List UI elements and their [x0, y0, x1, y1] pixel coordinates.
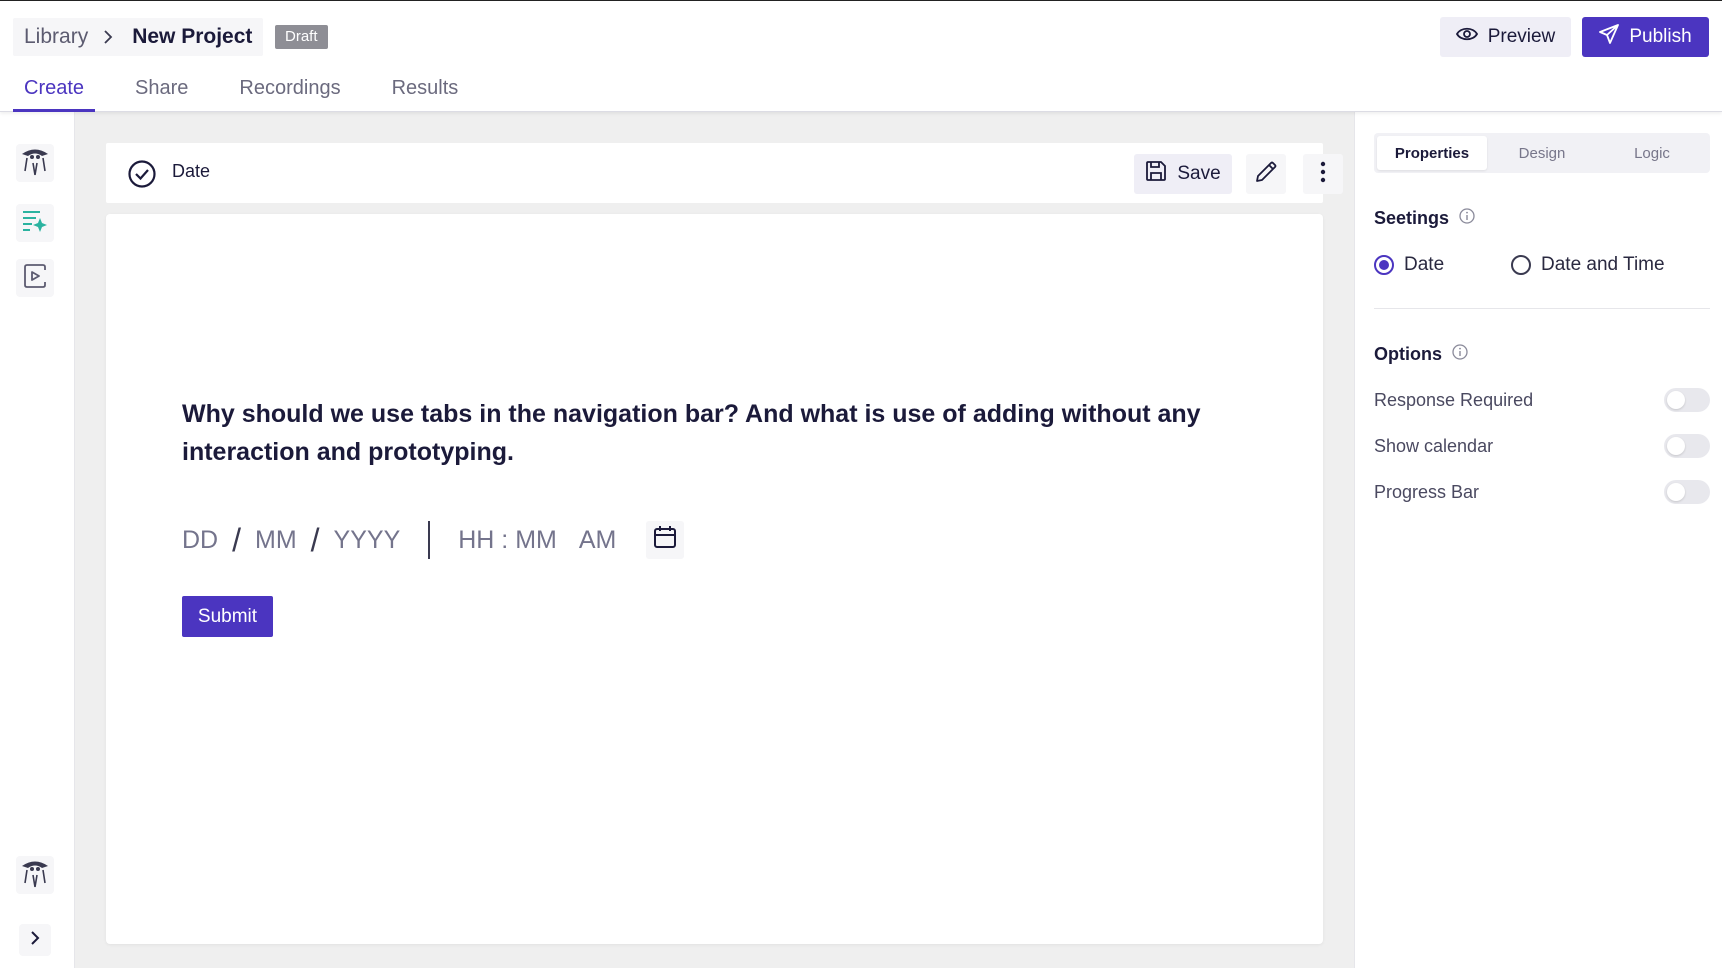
section-divider — [1374, 308, 1710, 309]
date-mode-radio-group: Date Date and Time — [1374, 254, 1665, 276]
rail-item-mascot[interactable] — [16, 144, 54, 182]
main-tabs: Create Share Recordings Results — [13, 77, 498, 112]
month-field[interactable]: MM — [255, 526, 297, 555]
tab-results[interactable]: Results — [381, 77, 470, 112]
question-toolbar: Date Save — [106, 143, 1343, 203]
calendar-icon — [653, 525, 677, 556]
panel-tabs: Properties Design Logic — [1374, 133, 1710, 173]
ai-text-icon — [22, 209, 48, 238]
option-response-required: Response Required — [1374, 386, 1710, 414]
rail-item-mascot-bottom[interactable] — [16, 856, 54, 894]
submit-button[interactable]: Submit — [182, 596, 273, 637]
question-card: Why should we use tabs in the navigation… — [106, 214, 1323, 944]
vertical-dots-icon — [1320, 161, 1326, 188]
option-label: Progress Bar — [1374, 481, 1480, 502]
send-icon — [1599, 24, 1620, 50]
preview-button[interactable]: Preview — [1440, 17, 1571, 57]
year-field[interactable]: YYYY — [334, 526, 401, 555]
more-options-button[interactable] — [1303, 154, 1343, 194]
calendar-button[interactable] — [646, 521, 685, 559]
pencil-icon — [1254, 160, 1278, 189]
tab-properties[interactable]: Properties — [1377, 136, 1487, 170]
settings-section-title: Seetings — [1374, 208, 1475, 229]
status-badge: Draft — [275, 25, 328, 49]
am-pm-field[interactable]: AM — [579, 526, 617, 555]
breadcrumb: Library New Project — [13, 18, 264, 56]
radio-label: Date and Time — [1541, 254, 1665, 275]
play-square-icon — [23, 263, 47, 293]
date-separator: / — [232, 521, 241, 558]
publish-label: Publish — [1629, 26, 1692, 47]
publish-button[interactable]: Publish — [1582, 17, 1709, 57]
progress-bar-toggle[interactable] — [1664, 480, 1710, 504]
tab-logic[interactable]: Logic — [1597, 136, 1707, 170]
date-time-divider — [428, 521, 431, 559]
radio-button-selected[interactable] — [1374, 255, 1394, 275]
tab-create[interactable]: Create — [13, 77, 96, 112]
floppy-disk-icon — [1145, 160, 1167, 188]
tab-share[interactable]: Share — [124, 77, 199, 112]
response-required-toggle[interactable] — [1664, 388, 1710, 412]
date-time-input[interactable]: DD / MM / YYYY HH : MM AM — [182, 520, 685, 560]
radio-label: Date — [1404, 254, 1445, 275]
eye-icon — [1455, 26, 1478, 48]
info-icon[interactable] — [1452, 344, 1468, 365]
radio-date-and-time[interactable]: Date and Time — [1511, 254, 1665, 276]
tab-design[interactable]: Design — [1487, 136, 1597, 170]
date-separator: / — [310, 521, 320, 558]
editor-canvas: Date Save Why should we use tabs in the … — [75, 112, 1354, 968]
option-label: Show calendar — [1374, 435, 1494, 456]
expand-rail-button[interactable] — [19, 924, 51, 956]
rail-item-ai-text[interactable] — [16, 204, 54, 242]
project-title[interactable]: New Project — [132, 25, 252, 49]
check-circle-icon — [127, 159, 157, 189]
day-field[interactable]: DD — [182, 526, 218, 555]
question-text[interactable]: Why should we use tabs in the navigation… — [182, 395, 1262, 471]
options-title: Options — [1374, 344, 1442, 364]
save-label: Save — [1177, 163, 1221, 184]
left-tool-rail — [0, 112, 75, 968]
question-type-label: Date — [172, 161, 211, 181]
option-show-calendar: Show calendar — [1374, 432, 1710, 460]
tab-recordings[interactable]: Recordings — [228, 77, 351, 112]
option-progress-bar: Progress Bar — [1374, 478, 1710, 506]
mascot-icon — [19, 145, 51, 182]
breadcrumb-library-link[interactable]: Library — [24, 25, 88, 49]
rail-item-media[interactable] — [16, 259, 54, 297]
radio-button[interactable] — [1511, 255, 1531, 275]
preview-label: Preview — [1487, 26, 1556, 47]
radio-date[interactable]: Date — [1374, 254, 1511, 276]
settings-title: Seetings — [1374, 208, 1450, 228]
save-button[interactable]: Save — [1134, 154, 1232, 194]
top-header: Library New Project Draft Preview Publis… — [0, 1, 1722, 112]
properties-panel: Properties Design Logic Seetings Date Da… — [1354, 112, 1722, 968]
options-section-title: Options — [1374, 344, 1468, 365]
mascot-icon — [19, 857, 51, 894]
edit-button[interactable] — [1246, 154, 1286, 194]
info-icon[interactable] — [1459, 208, 1475, 229]
time-field[interactable]: HH : MM — [458, 526, 557, 555]
show-calendar-toggle[interactable] — [1664, 434, 1710, 458]
chevron-right-icon — [102, 29, 118, 45]
chevron-right-icon — [30, 930, 40, 950]
option-label: Response Required — [1374, 389, 1534, 410]
